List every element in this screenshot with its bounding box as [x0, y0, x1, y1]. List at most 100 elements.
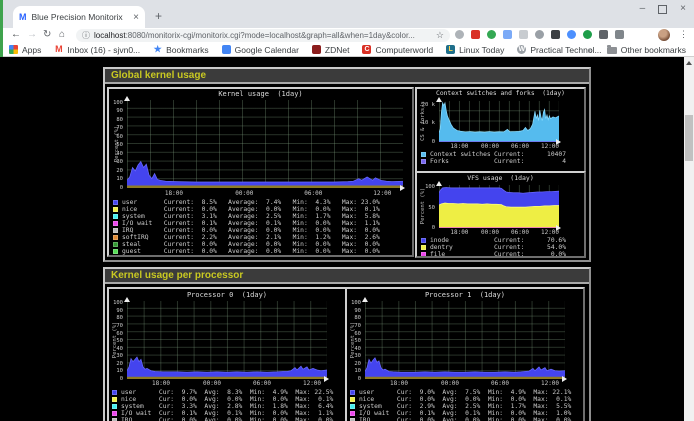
legend-row: user Current: 8.5% Average: 7.4% Min: 4.…	[113, 199, 410, 206]
close-button[interactable]: ×	[680, 3, 686, 14]
tab-list-extension-icon[interactable]	[615, 30, 624, 39]
bookmark-zdnet[interactable]: ZDNet	[312, 45, 350, 55]
legend-text: 10407	[532, 151, 566, 158]
wordpress-icon: W	[517, 45, 526, 54]
other-bookmarks-button[interactable]: Other bookmarks	[621, 45, 686, 55]
bookmark-apps[interactable]: Apps	[9, 45, 41, 55]
y-tick-label: 10	[116, 368, 123, 374]
graph-legend: user Current: 8.5% Average: 7.4% Min: 4.…	[113, 199, 410, 255]
legend-row: I/O wait Current: 0.1% Average: 0.1% Min…	[113, 220, 410, 227]
goggles-extension-icon[interactable]	[535, 30, 544, 39]
y-tick-label: 50	[116, 338, 123, 344]
tab-close-icon[interactable]: ×	[133, 12, 139, 23]
translate-extension-icon[interactable]	[487, 30, 496, 39]
vfs-usage-graph[interactable]: VFS usage (1day) Percent (%) 100500 18:0…	[415, 171, 586, 258]
back-button[interactable]: ←	[11, 29, 21, 40]
legend-swatch	[113, 228, 118, 233]
bookmark-inbox[interactable]: MInbox (16) - sjvn0...	[54, 45, 140, 55]
bookmarks-overflow-icon[interactable]: »	[588, 45, 593, 55]
y-axis-ticks: 20 k10 k0	[417, 101, 437, 142]
legend-text: IRQ Current: 0.0% Average: 0.0% Min: 0.0…	[122, 227, 380, 234]
pin-extension-icon[interactable]	[599, 30, 608, 39]
graph-legend: user Cur: 9.0% Avg: 7.5% Min: 4.9% Max: …	[350, 389, 581, 421]
legend-row: nice Cur: 0.0% Avg: 0.0% Min: 0.0% Max: …	[350, 396, 581, 403]
x-tick-label: 18:00	[450, 229, 468, 236]
legend-text: Current:	[494, 151, 532, 158]
zdnet-icon	[312, 45, 321, 54]
legend-row: IRQ Cur: 0.0% Avg: 0.0% Min: 0.0% Max: 0…	[112, 417, 343, 421]
legend-swatch	[350, 397, 355, 402]
y-tick-label: 60	[116, 134, 123, 140]
search-extension-icon[interactable]	[455, 30, 464, 39]
x-tick-label: 18:00	[152, 380, 170, 387]
x-axis-ticks: 18:0000:0006:0012:00	[365, 380, 565, 388]
tab-strip: M Blue Precision Monitorix × + – ×	[3, 0, 694, 28]
legend-row: system Cur: 2.9% Avg: 2.5% Min: 1.7% Max…	[350, 403, 581, 410]
legend-swatch	[350, 390, 355, 395]
legend-swatch	[421, 238, 426, 243]
y-tick-label: 20 k	[422, 102, 435, 108]
bookmark-linux-today[interactable]: LLinux Today	[446, 45, 504, 55]
x-tick-label: 06:00	[253, 380, 271, 387]
legend-row: Context switchesCurrent:10407	[421, 151, 566, 158]
minimize-button[interactable]: –	[640, 3, 646, 14]
legend-swatch	[421, 152, 426, 157]
section-body: Processor 0 (1day) Percent (%) 100908070…	[105, 284, 589, 421]
bookmark-google-calendar[interactable]: Google Calendar	[222, 45, 299, 55]
legend-text: guest Current: 0.0% Average: 0.0% Min: 0…	[122, 248, 380, 255]
linux-today-icon: L	[446, 45, 455, 54]
page-scrollbar[interactable]	[684, 57, 694, 421]
legend-text: dentry	[430, 244, 494, 251]
chat-extension-icon[interactable]	[567, 30, 576, 39]
legend-swatch	[421, 245, 426, 250]
mail-checker-extension-icon[interactable]	[471, 30, 480, 39]
reload-button[interactable]: ↻	[43, 29, 51, 40]
scrollbar-thumb[interactable]	[685, 115, 693, 161]
legend-text: 0.0%	[532, 251, 566, 258]
apps-grid-icon	[9, 45, 18, 54]
new-tab-button[interactable]: +	[155, 9, 162, 23]
kernel-usage-graph[interactable]: Kernel usage (1day) Percent (%) 10090807…	[107, 87, 414, 257]
legend-swatch	[113, 200, 118, 205]
legend-text: IRQ Cur: 0.0% Avg: 0.0% Min: 0.0% Max: 0…	[121, 417, 333, 421]
home-button[interactable]: ⌂	[59, 29, 65, 40]
y-tick-label: 70	[354, 323, 361, 329]
profile-avatar[interactable]	[658, 29, 670, 41]
plot-area	[439, 185, 559, 228]
bookmarks-right: » Other bookmarks	[588, 43, 686, 57]
notes-extension-icon[interactable]	[519, 30, 528, 39]
context-switches-graph[interactable]: Context switches and forks (1day) CS & f…	[415, 87, 586, 173]
bookmark-bookmarks[interactable]: ★Bookmarks	[153, 45, 209, 55]
bookmark-computerworld[interactable]: CComputerworld	[362, 45, 433, 55]
address-bar[interactable]: ⓘ localhost:8080/monitorix-cgi/monitorix…	[76, 29, 450, 42]
legend-text: I/O wait Cur: 0.1% Avg: 0.1% Min: 0.0% M…	[121, 410, 333, 417]
section-title: Global kernel usage	[105, 69, 589, 84]
browser-menu-icon[interactable]: ⋮	[679, 29, 688, 40]
scrollbar-up-icon[interactable]	[686, 61, 692, 65]
legend-text: Current:	[494, 158, 532, 165]
screenshot-extension-icon[interactable]	[551, 30, 560, 39]
y-tick-label: 60	[354, 331, 361, 337]
x-tick-label: 00:00	[235, 190, 253, 197]
y-tick-label: 90	[116, 108, 123, 114]
site-info-icon[interactable]: ⓘ	[82, 30, 90, 41]
processor-0-graph[interactable]: Processor 0 (1day) Percent (%) 100908070…	[107, 287, 347, 421]
y-tick-label: 40	[116, 151, 123, 157]
y-tick-label: 0	[120, 185, 123, 191]
status-extension-icon[interactable]	[583, 30, 592, 39]
monitorix-page: Global kernel usage Kernel usage (1day) …	[0, 57, 694, 421]
y-tick-label: 10	[116, 176, 123, 182]
browser-tab[interactable]: M Blue Precision Monitorix ×	[13, 6, 145, 28]
bookmark-star-icon[interactable]: ☆	[436, 30, 444, 41]
y-tick-label: 70	[116, 125, 123, 131]
monitorix-favicon-icon: M	[19, 12, 27, 22]
maximize-button[interactable]	[658, 5, 667, 14]
processor-1-graph[interactable]: Processor 1 (1day) Percent (%) 100908070…	[345, 287, 585, 421]
legend-text: nice Cur: 0.0% Avg: 0.0% Min: 0.0% Max: …	[121, 396, 333, 403]
clipboard-extension-icon[interactable]	[503, 30, 512, 39]
legend-text: user Current: 8.5% Average: 7.4% Min: 4.…	[122, 199, 380, 206]
forward-button[interactable]: →	[27, 29, 37, 40]
legend-row: user Cur: 9.7% Avg: 8.3% Min: 4.9% Max: …	[112, 389, 343, 396]
axis-arrow-up-icon	[436, 97, 442, 102]
legend-row: I/O wait Cur: 0.1% Avg: 0.1% Min: 0.0% M…	[112, 410, 343, 417]
